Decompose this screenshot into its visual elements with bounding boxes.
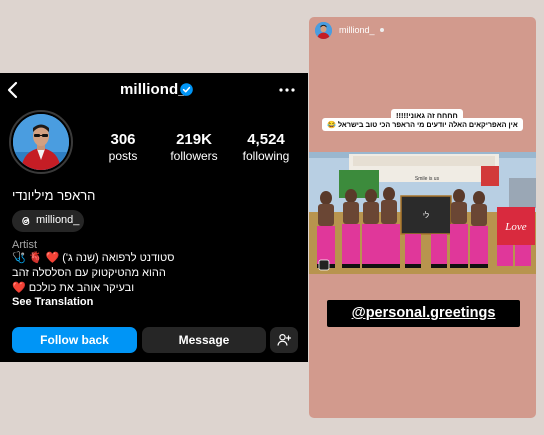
profile-header: milliond_ — [0, 73, 308, 107]
more-icon[interactable] — [278, 81, 296, 99]
posts-count: 306 posts — [108, 131, 138, 163]
profile-panel: milliond_ 306 posts 219K followers 4,524… — [0, 73, 308, 362]
display-name: הראפר מיליונדי — [12, 188, 96, 203]
profile-category: Artist — [12, 239, 38, 251]
story-photo-image: Smile is us לי Love — [309, 152, 536, 274]
bio-line: ובעיקר אוהב את כולכם ❤️ — [12, 282, 135, 294]
message-button[interactable]: Message — [142, 327, 266, 353]
profile-avatar[interactable] — [9, 110, 73, 174]
follow-back-button[interactable]: Follow back — [12, 327, 137, 353]
verified-icon — [180, 83, 193, 96]
back-icon[interactable] — [5, 80, 21, 100]
see-translation-link[interactable]: See Translation — [12, 296, 93, 308]
add-user-icon — [277, 333, 291, 346]
story-panel: milliond_ חחחח זה גאוני!!!!! אין האפריקא… — [309, 17, 536, 418]
story-username[interactable]: milliond_ — [339, 25, 375, 35]
threads-handle: milliond_ — [36, 214, 80, 226]
following-count[interactable]: 4,524 following — [236, 131, 296, 163]
threads-icon — [22, 216, 30, 226]
photo-banner-text: Smile is us — [415, 176, 440, 182]
bio-line: סטודנט לרפואה (שנה ג') ❤️ 🫀 🩺 — [12, 252, 175, 264]
story-status-dot — [380, 28, 384, 32]
story-photo: Smile is us לי Love — [309, 152, 536, 274]
story-avatar[interactable] — [315, 22, 332, 39]
profile-bio: סטודנט לרפואה (שנה ג') ❤️ 🫀 🩺 ההוא מהטיק… — [12, 251, 242, 296]
profile-username: milliond_ — [120, 81, 187, 98]
mention-sticker[interactable]: @personal.greetings — [327, 300, 520, 327]
story-caption: אין האפריקאים האלה יודעים מי הראפר הכי ט… — [322, 118, 523, 131]
avatar-photo — [13, 114, 69, 170]
bio-line: ההוא מהטיקטוק עם הסלסלה זהב — [12, 267, 166, 279]
followers-count[interactable]: 219K followers — [164, 131, 224, 163]
threads-badge[interactable]: milliond_ — [12, 210, 84, 232]
love-sign-text: Love — [504, 221, 527, 233]
story-avatar-photo — [315, 22, 332, 39]
add-user-button[interactable] — [270, 327, 298, 353]
blackboard-text: לי — [423, 211, 429, 220]
